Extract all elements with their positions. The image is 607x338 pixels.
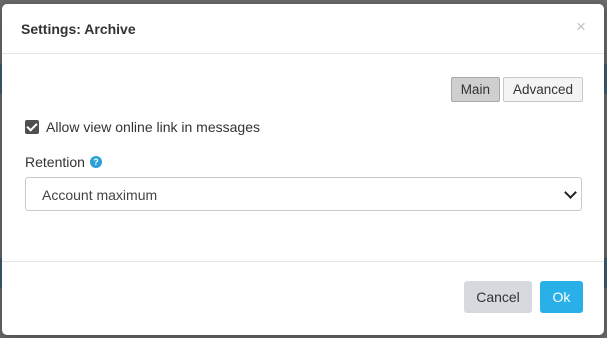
cancel-button[interactable]: Cancel [464,281,532,313]
dialog-footer: Cancel Ok [2,261,604,335]
allow-view-online-link-label: Allow view online link in messages [46,119,260,135]
chevron-down-icon [564,186,577,199]
tab-main[interactable]: Main [450,77,500,102]
allow-view-online-link-option[interactable]: Allow view online link in messages [25,119,260,135]
allow-view-online-link-checkbox[interactable] [25,120,39,134]
retention-select-value: Account maximum [42,187,158,203]
retention-label-row: Retention ? [25,154,102,170]
retention-select[interactable]: Account maximum [25,177,582,211]
retention-label: Retention [25,154,85,170]
tab-group: Main Advanced [450,77,583,102]
dialog-title: Settings: Archive [21,21,136,37]
settings-dialog: Settings: Archive × Main Advanced Allow … [2,4,604,335]
dialog-header: Settings: Archive × [2,4,604,54]
close-icon[interactable]: × [574,18,588,36]
ok-button[interactable]: Ok [540,281,583,313]
tab-advanced[interactable]: Advanced [502,77,583,102]
question-circle-icon[interactable]: ? [89,156,102,168]
